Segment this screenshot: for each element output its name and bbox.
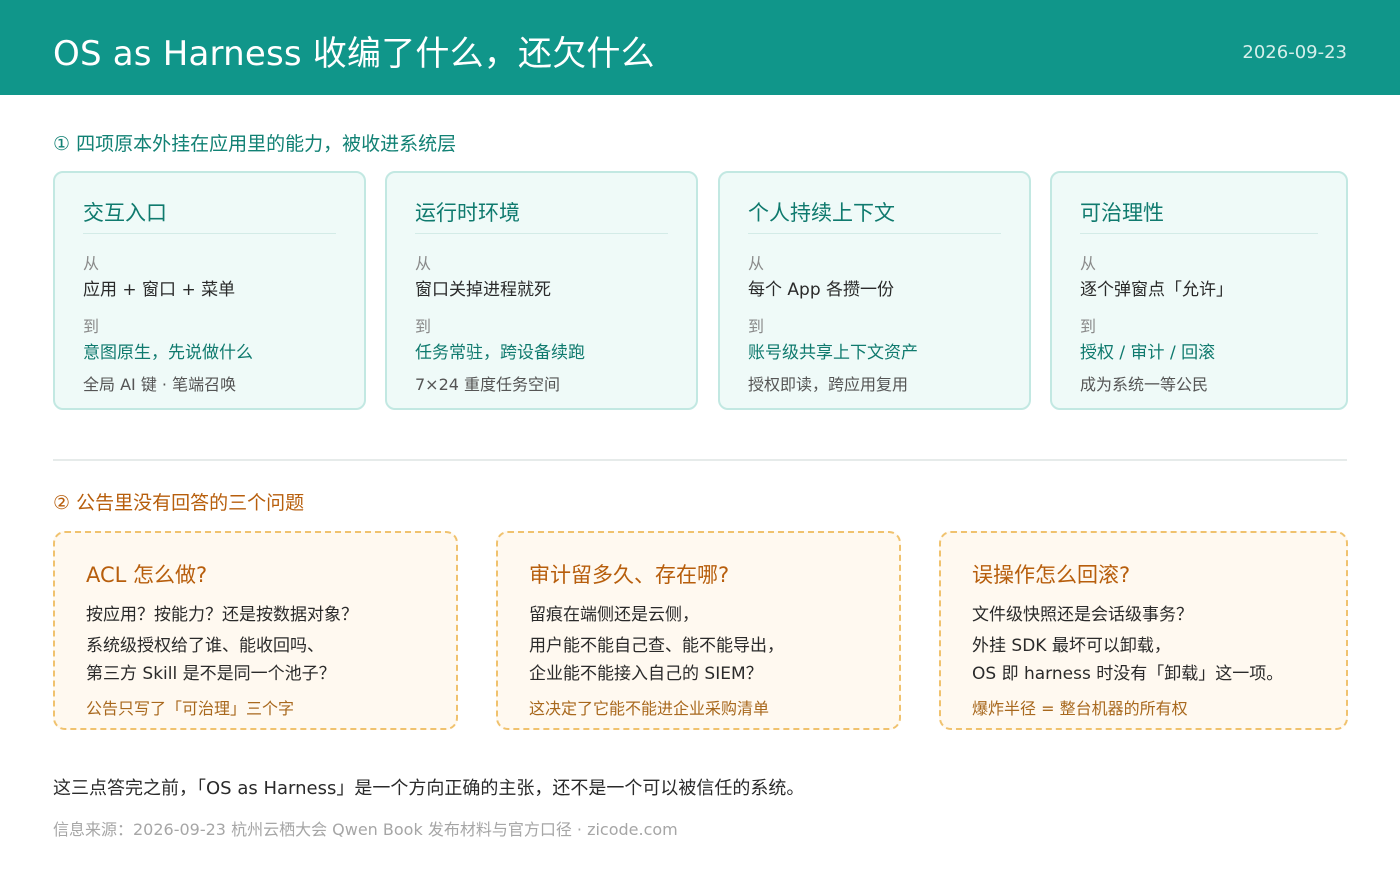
card-divider <box>83 233 336 234</box>
header-bar: OS as Harness 收编了什么，还欠什么 2026-09-23 <box>0 0 1400 95</box>
card-note: 授权即读，跨应用复用 <box>748 375 909 394</box>
question-card: ACL 怎么做? 按应用？按能力？还是按数据对象？ 系统级授权给了谁、能收回吗、… <box>53 531 458 730</box>
question-title: ACL 怎么做? <box>86 563 208 587</box>
question-note: 公告只写了「可治理」三个字 <box>86 699 295 718</box>
capability-card: 交互入口 从 应用 + 窗口 + 菜单 到 意图原生，先说做什么 全局 AI 键… <box>53 171 366 410</box>
from-label: 从 <box>748 254 765 273</box>
section-divider <box>53 459 1347 461</box>
to-label: 到 <box>1080 317 1097 336</box>
page-title: OS as Harness 收编了什么，还欠什么 <box>53 34 655 74</box>
question-card: 误操作怎么回滚? 文件级快照还是会话级事务？ 外挂 SDK 最坏可以卸载， OS… <box>939 531 1348 730</box>
card-note: 成为系统一等公民 <box>1080 375 1209 394</box>
from-label: 从 <box>83 254 100 273</box>
header-date: 2026-09-23 <box>1242 42 1347 63</box>
card-title: 个人持续上下文 <box>748 201 895 225</box>
question-line: 文件级快照还是会话级事务？ <box>972 605 1193 625</box>
from-value: 应用 + 窗口 + 菜单 <box>83 280 236 300</box>
to-value: 任务常驻，跨设备续跑 <box>415 343 585 363</box>
question-line: 第三方 Skill 是不是同一个池子？ <box>86 664 336 684</box>
section-title-questions: ② 公告里没有回答的三个问题 <box>53 492 305 514</box>
card-divider <box>415 233 668 234</box>
from-label: 从 <box>1080 254 1097 273</box>
question-line: 系统级授权给了谁、能收回吗、 <box>86 636 324 656</box>
card-note: 全局 AI 键 · 笔端召唤 <box>83 375 237 394</box>
question-line: OS 即 harness 时没有「卸载」这一项。 <box>972 664 1284 684</box>
to-value: 账号级共享上下文资产 <box>748 343 918 363</box>
card-title: 交互入口 <box>83 201 167 225</box>
from-label: 从 <box>415 254 432 273</box>
to-value: 意图原生，先说做什么 <box>83 343 253 363</box>
card-title: 运行时环境 <box>415 201 520 225</box>
capability-card: 个人持续上下文 从 每个 App 各攒一份 到 账号级共享上下文资产 授权即读，… <box>718 171 1031 410</box>
question-title: 审计留多久、存在哪? <box>529 563 730 587</box>
question-line: 外挂 SDK 最坏可以卸载， <box>972 636 1171 656</box>
source-note: 信息来源：2026-09-23 杭州云栖大会 Qwen Book 发布材料与官方… <box>53 820 678 839</box>
card-divider <box>1080 233 1318 234</box>
from-value: 窗口关掉进程就死 <box>415 280 551 300</box>
capability-card: 可治理性 从 逐个弹窗点「允许」 到 授权 / 审计 / 回滚 成为系统一等公民 <box>1050 171 1348 410</box>
question-line: 按应用？按能力？还是按数据对象？ <box>86 605 358 625</box>
question-line: 留痕在端侧还是云侧， <box>529 605 699 625</box>
card-note: 7×24 重度任务空间 <box>415 375 561 394</box>
to-label: 到 <box>415 317 432 336</box>
question-note: 这决定了它能不能进企业采购清单 <box>529 699 770 718</box>
from-value: 每个 App 各攒一份 <box>748 280 895 300</box>
question-card: 审计留多久、存在哪? 留痕在端侧还是云侧， 用户能不能自己查、能不能导出， 企业… <box>496 531 901 730</box>
conclusion-text: 这三点答完之前，「OS as Harness」是一个方向正确的主张，还不是一个可… <box>53 778 805 799</box>
question-title: 误操作怎么回滚? <box>972 563 1131 587</box>
question-line: 企业能不能接入自己的 SIEM？ <box>529 664 763 684</box>
capability-card: 运行时环境 从 窗口关掉进程就死 到 任务常驻，跨设备续跑 7×24 重度任务空… <box>385 171 698 410</box>
to-label: 到 <box>748 317 765 336</box>
card-divider <box>748 233 1001 234</box>
from-value: 逐个弹窗点「允许」 <box>1080 280 1233 300</box>
question-line: 用户能不能自己查、能不能导出， <box>529 636 784 656</box>
question-note: 爆炸半径 = 整台机器的所有权 <box>972 699 1188 718</box>
to-value: 授权 / 审计 / 回滚 <box>1080 343 1216 363</box>
card-title: 可治理性 <box>1080 201 1164 225</box>
to-label: 到 <box>83 317 100 336</box>
section-title-capabilities: ① 四项原本外挂在应用里的能力，被收进系统层 <box>53 133 457 155</box>
